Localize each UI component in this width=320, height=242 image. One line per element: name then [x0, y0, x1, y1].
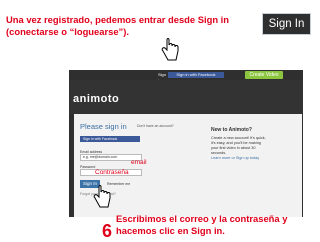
caption-bottom: Escribimos el correo y la contraseña y h…: [116, 213, 288, 236]
pointing-hand-icon: [161, 38, 179, 61]
facebook-login-button[interactable]: Sign in with Facebook: [168, 72, 224, 78]
step-number: 6: [102, 221, 113, 241]
create-video-button[interactable]: Create Video: [245, 71, 283, 79]
password-annotation: Contraseña: [95, 169, 129, 176]
learn-more-link[interactable]: Learn more or Sign up today: [211, 156, 259, 160]
email-annotation: email: [131, 159, 147, 166]
caption-top: Una vez registrado, pedemos entrar desde…: [6, 14, 229, 37]
facebook-signin-button[interactable]: Sign in with Facebook: [80, 136, 140, 142]
pointing-hand-icon: [93, 185, 111, 208]
new-to-animoto-title: New to Animoto?: [211, 127, 252, 133]
topbar-signin-link[interactable]: Sign in: [158, 72, 167, 83]
animoto-logo: animoto: [73, 93, 120, 105]
signin-callout-button[interactable]: Sign In: [262, 13, 311, 35]
dont-have-account-link[interactable]: Don't have an account?: [137, 124, 174, 128]
top-bar: Sign in Sign in with Facebook Create Vid…: [69, 70, 303, 83]
new-to-animoto-description: Create a new account! It's quick, it's e…: [211, 136, 266, 155]
page-title: Please sign in: [80, 122, 127, 131]
